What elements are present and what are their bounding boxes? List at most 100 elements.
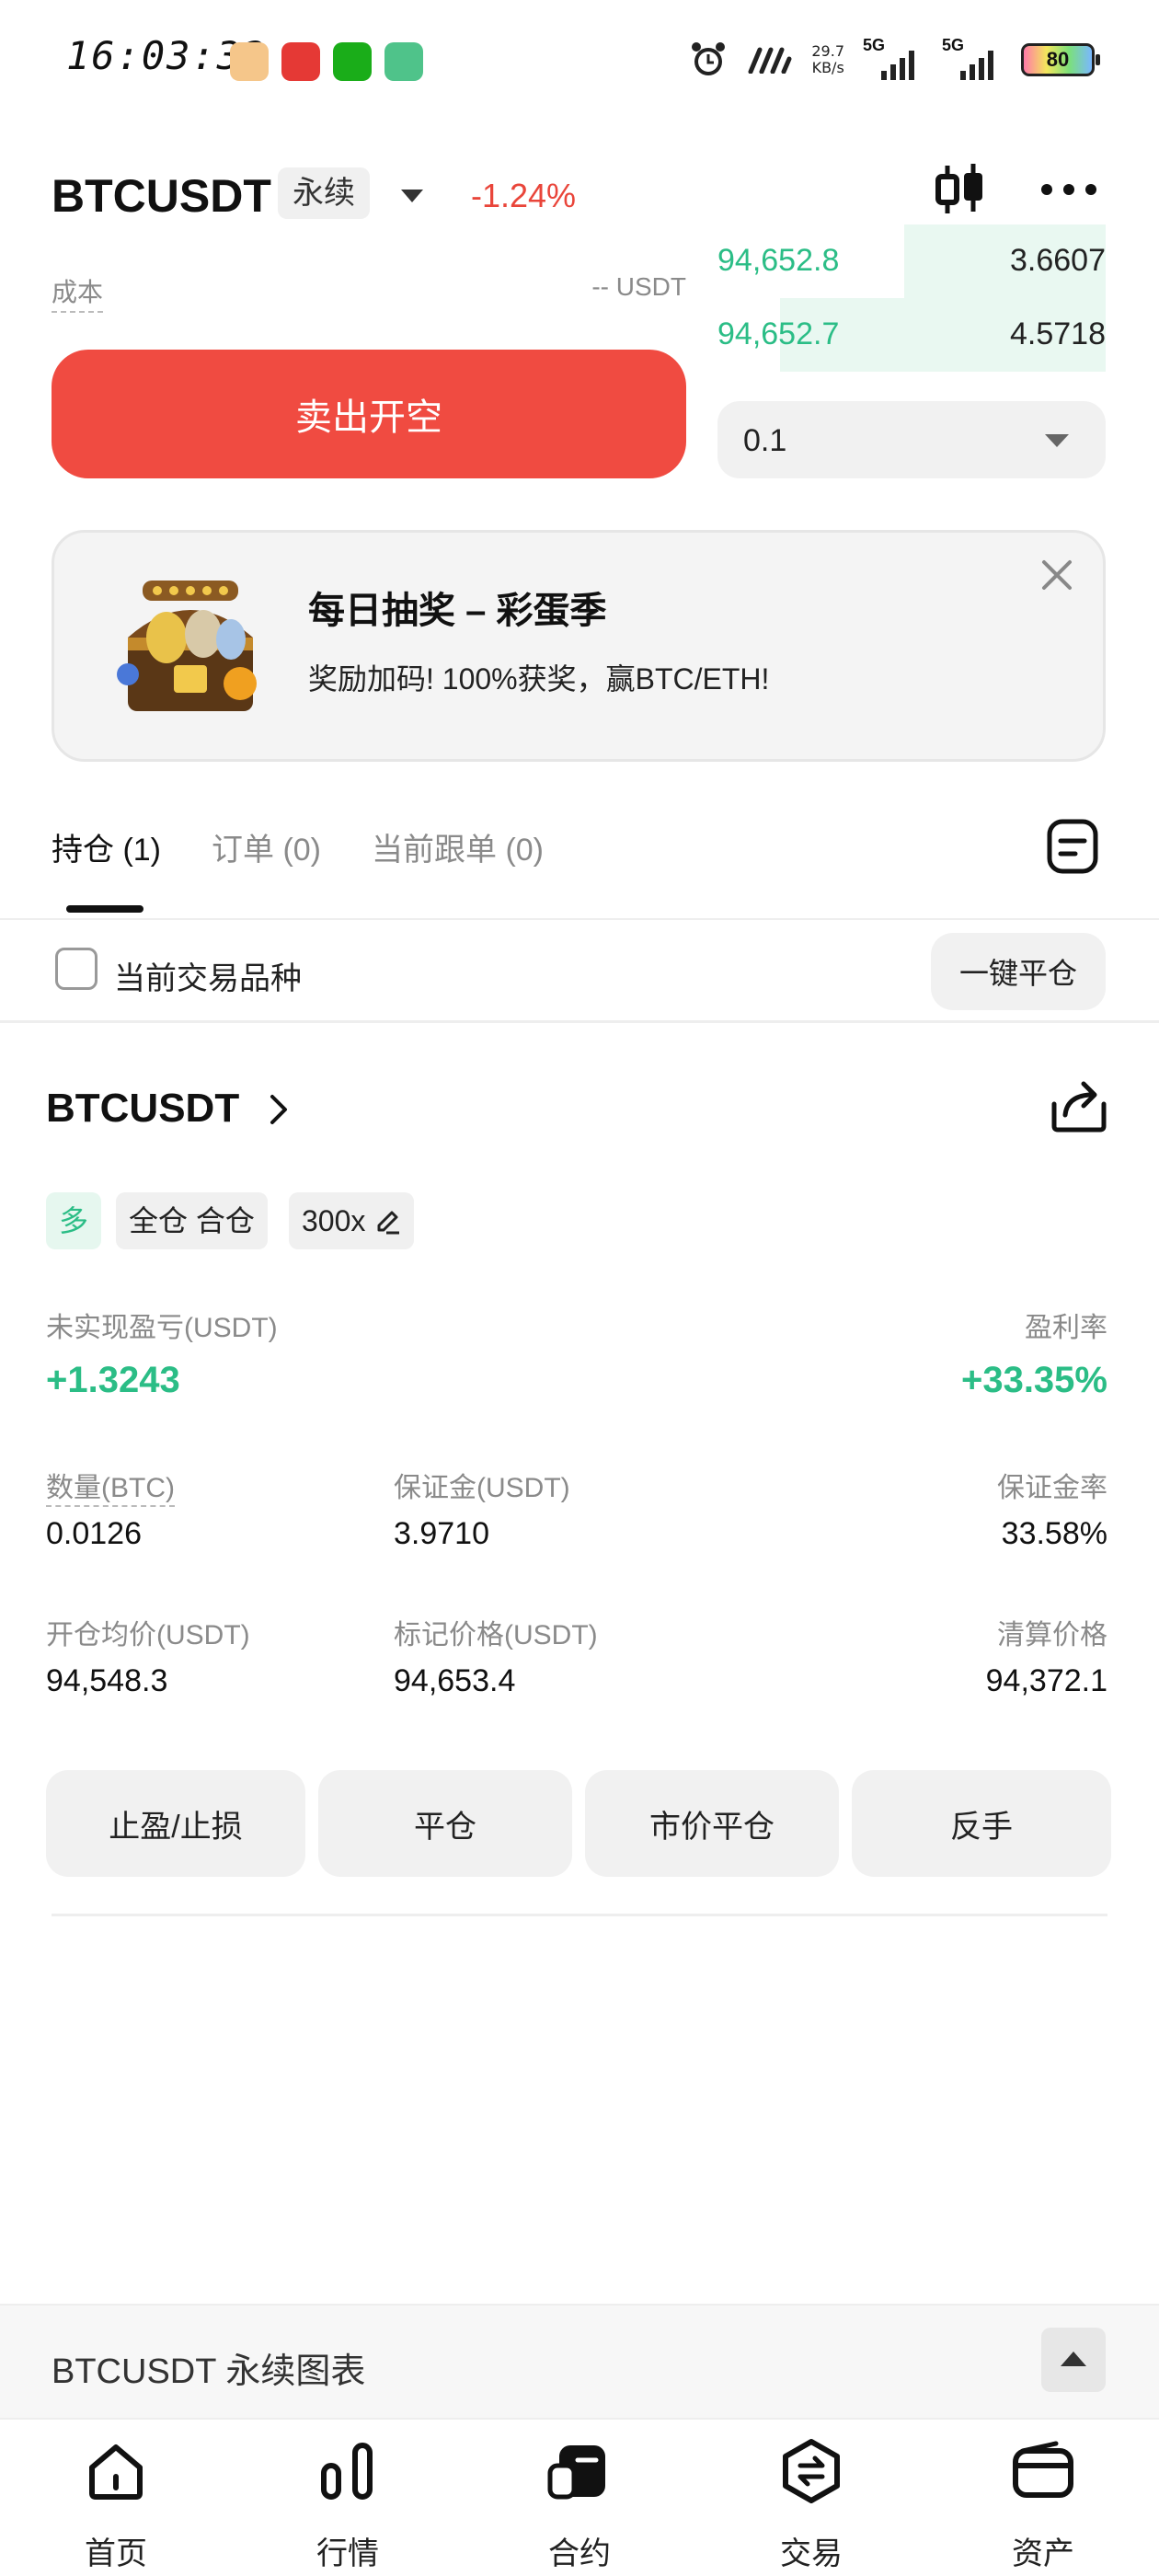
quantity-value: 0.0126 xyxy=(46,1516,142,1551)
margin-value: 3.9710 xyxy=(394,1516,489,1551)
order-history-icon[interactable] xyxy=(1045,817,1100,876)
nav-home[interactable]: 首页 xyxy=(33,2420,199,2576)
nav-futures-label: 合约 xyxy=(548,2536,611,2571)
futures-icon xyxy=(547,2445,605,2500)
market-close-button[interactable]: 市价平仓 xyxy=(585,1770,839,1877)
wallet-icon xyxy=(1013,2441,1073,2498)
shopping-app-icon xyxy=(281,42,320,81)
reverse-position-button[interactable]: 反手 xyxy=(852,1770,1111,1877)
orderbook-price: 94,652.7 xyxy=(717,316,840,351)
depth-precision-value: 0.1 xyxy=(743,423,787,458)
margin-ratio-label: 保证金率 xyxy=(997,1473,1107,1503)
clipped-row xyxy=(52,230,686,245)
signal-2: 5G xyxy=(942,36,1003,80)
expand-chart-icon[interactable] xyxy=(1041,2328,1106,2392)
nav-trade-label: 交易 xyxy=(780,2536,843,2571)
quantity-label[interactable]: 数量(BTC) xyxy=(46,1465,175,1507)
contract-header: BTCUSDT 永续 -1.24% xyxy=(0,156,1159,230)
app-notification-icon xyxy=(230,42,269,81)
chart-bar-label: BTCUSDT 永续图表 xyxy=(52,2352,366,2391)
chevron-right-icon[interactable] xyxy=(265,1091,293,1128)
markets-icon xyxy=(321,2443,373,2500)
long-side-tag: 多 xyxy=(46,1192,102,1249)
sell-open-short-button[interactable]: 卖出开空 xyxy=(52,350,686,478)
depth-precision-select[interactable]: 0.1 xyxy=(717,401,1106,478)
leverage-tag[interactable]: 300x xyxy=(289,1192,415,1249)
share-icon[interactable] xyxy=(1049,1076,1109,1135)
margin-label: 保证金(USDT) xyxy=(394,1473,570,1503)
orderbook-row[interactable]: 94,652.8 3.6607 xyxy=(717,224,1106,298)
nav-home-label: 首页 xyxy=(85,2536,147,2571)
price-change: -1.24% xyxy=(471,177,577,214)
promo-description: 奖励加码! 100%获奖，赢BTC/ETH! xyxy=(308,662,770,696)
current-symbol-label[interactable]: 当前交易品种 xyxy=(114,953,302,998)
active-tab-indicator xyxy=(66,905,143,913)
hotspot-icon xyxy=(384,42,423,81)
edit-icon[interactable] xyxy=(373,1207,401,1235)
dropdown-arrow-icon xyxy=(1045,434,1069,447)
tab-orders[interactable]: 订单 (0) xyxy=(212,824,321,869)
contract-type-tag[interactable]: 永续 xyxy=(278,167,370,219)
network-speed: 29.7 KB/s xyxy=(811,43,844,76)
orderbook-row[interactable]: 94,652.7 4.5718 xyxy=(717,298,1106,372)
pair-dropdown-icon[interactable] xyxy=(401,190,423,202)
tab-positions[interactable]: 持仓 (1) xyxy=(52,824,161,869)
promo-banner[interactable]: 每日抽奖 – 彩蛋季 奖励加码! 100%获奖，赢BTC/ETH! xyxy=(52,530,1106,762)
bottom-nav: 首页 行情 合约 交易 资产 xyxy=(0,2418,1159,2576)
close-position-button[interactable]: 平仓 xyxy=(318,1770,572,1877)
cost-value: -- USDT xyxy=(591,272,686,301)
wechat-icon xyxy=(333,42,372,81)
status-bar: 16:03:32 29.7 KB/s 5G 5G 80 xyxy=(0,0,1159,120)
leverage-value: 300x xyxy=(302,1204,366,1237)
status-indicators: 29.7 KB/s 5G 5G 80 xyxy=(688,36,1100,83)
vibrate-icon xyxy=(748,47,792,74)
home-icon xyxy=(89,2444,143,2500)
orderbook-price: 94,652.8 xyxy=(717,243,840,278)
close-all-button[interactable]: 一键平仓 xyxy=(931,933,1106,1010)
promo-title: 每日抽奖 – 彩蛋季 xyxy=(308,591,607,631)
entry-price-label: 开仓均价(USDT) xyxy=(46,1620,250,1650)
liquidation-price-value: 94,372.1 xyxy=(985,1663,1107,1698)
trade-icon xyxy=(783,2439,840,2503)
orderbook-qty: 3.6607 xyxy=(1010,243,1106,278)
mark-price-label: 标记价格(USDT) xyxy=(394,1620,598,1650)
alarm-icon xyxy=(692,42,726,75)
margin-ratio-value: 33.58% xyxy=(1001,1516,1107,1551)
tp-sl-button[interactable]: 止盈/止损 xyxy=(46,1770,305,1877)
nav-markets[interactable]: 行情 xyxy=(265,2420,430,2576)
orderbook-qty: 4.5718 xyxy=(1010,316,1106,351)
nav-markets-label: 行情 xyxy=(316,2536,379,2571)
entry-price-value: 94,548.3 xyxy=(46,1663,168,1698)
nav-assets-label: 资产 xyxy=(1012,2536,1074,2571)
position-tabs: 持仓 (1) 订单 (0) 当前跟单 (0) xyxy=(0,791,1159,920)
divider xyxy=(52,1914,1107,1916)
margin-mode-tag: 全仓 合仓 xyxy=(116,1192,268,1249)
filter-row: 当前交易品种 一键平仓 xyxy=(0,920,1159,1023)
battery-icon: 80 xyxy=(1021,43,1100,76)
liquidation-price-label: 清算价格 xyxy=(997,1620,1107,1650)
nav-assets[interactable]: 资产 xyxy=(960,2420,1126,2576)
battery-level: 80 xyxy=(1046,48,1070,71)
position-symbol[interactable]: BTCUSDT xyxy=(46,1086,239,1132)
nav-futures[interactable]: 合约 xyxy=(497,2420,662,2576)
candlestick-chart-icon[interactable] xyxy=(931,160,990,219)
unrealized-pnl-value: +1.3243 xyxy=(46,1360,180,1400)
chart-bar[interactable]: BTCUSDT 永续图表 xyxy=(0,2304,1159,2418)
roe-label: 盈利率 xyxy=(1025,1313,1107,1343)
cost-label: 成本 xyxy=(52,272,104,313)
signal-bars-icon xyxy=(960,47,993,80)
close-icon[interactable] xyxy=(1039,557,1075,593)
mark-price-value: 94,653.4 xyxy=(394,1663,516,1698)
nav-trade[interactable]: 交易 xyxy=(729,2420,894,2576)
treasure-chest-icon xyxy=(117,581,257,711)
signal-1: 5G xyxy=(863,36,924,80)
network-speed-unit: KB/s xyxy=(811,59,844,76)
pair-selector[interactable]: BTCUSDT xyxy=(52,169,271,223)
roe-value: +33.35% xyxy=(960,1360,1107,1400)
more-icon[interactable] xyxy=(1039,178,1098,201)
tab-copy-trading[interactable]: 当前跟单 (0) xyxy=(372,824,544,869)
signal-bars-icon xyxy=(881,47,914,80)
network-speed-value: 29.7 xyxy=(811,42,844,60)
current-symbol-checkbox[interactable] xyxy=(55,948,98,990)
unrealized-pnl-label: 未实现盈亏(USDT) xyxy=(46,1313,278,1343)
